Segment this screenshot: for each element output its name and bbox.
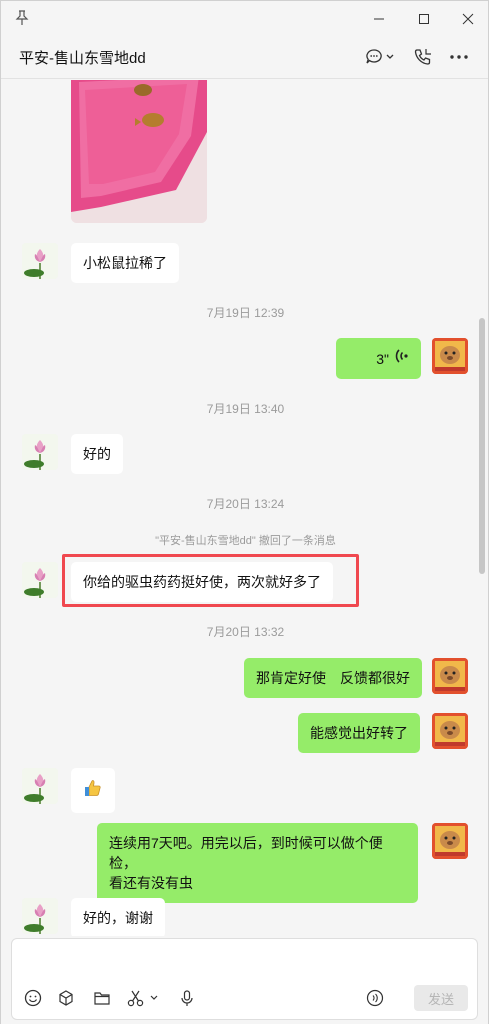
recall-notice: "平安-售山东雪地dd" 撤回了一条消息: [155, 535, 336, 547]
message-bubble[interactable]: 好的: [71, 434, 123, 474]
contact-avatar[interactable]: [22, 898, 58, 934]
chat-header: 平安-售山东雪地dd: [1, 37, 488, 79]
timestamp: 7月19日 13:40: [206, 402, 285, 416]
scissors-icon[interactable]: [126, 987, 162, 1009]
message-bubble[interactable]: 小松鼠拉稀了: [71, 243, 179, 283]
microphone-icon[interactable]: [176, 987, 198, 1009]
minimize-button[interactable]: [365, 7, 393, 31]
contact-avatar[interactable]: [22, 434, 58, 470]
self-avatar[interactable]: [432, 823, 468, 859]
timestamp: 7月19日 12:39: [206, 306, 285, 320]
message-line: 连续用7天吧。用完以后，到时候可以做个便检，: [109, 835, 383, 871]
self-avatar[interactable]: [432, 658, 468, 694]
send-button[interactable]: 发送: [414, 985, 468, 1011]
message-bubble[interactable]: 连续用7天吧。用完以后，到时候可以做个便检， 看还有没有虫: [97, 823, 418, 903]
chat-bubble-icon[interactable]: [365, 45, 395, 69]
message-line: 看还有没有虫: [109, 875, 193, 891]
message-list[interactable]: 小松鼠拉稀了 7月19日 12:39 3" 7月19日 13:40 好的 7月2…: [1, 80, 488, 936]
emoji-icon[interactable]: [22, 987, 44, 1009]
input-area: 发送: [1, 936, 488, 1024]
chat-title: 平安-售山东雪地dd: [19, 50, 146, 67]
contact-avatar[interactable]: [22, 243, 58, 279]
timestamp: 7月20日 13:32: [206, 625, 285, 639]
cube-icon[interactable]: [55, 987, 77, 1009]
self-avatar[interactable]: [432, 338, 468, 374]
voice-message[interactable]: 3": [336, 338, 421, 379]
pin-icon[interactable]: [15, 10, 29, 26]
timestamp: 7月20日 13:24: [206, 497, 285, 511]
self-avatar[interactable]: [432, 713, 468, 749]
call-icon[interactable]: [413, 45, 433, 69]
voice-call-icon[interactable]: [364, 987, 386, 1009]
contact-avatar[interactable]: [22, 768, 58, 804]
message-bubble[interactable]: 好的，谢谢: [71, 898, 165, 936]
voice-duration: 3": [376, 350, 389, 367]
highlight-box: [62, 554, 359, 607]
close-button[interactable]: [454, 7, 482, 31]
emoji-message[interactable]: [71, 768, 115, 813]
folder-icon[interactable]: [91, 987, 113, 1009]
maximize-button[interactable]: [410, 7, 438, 31]
title-bar: [1, 1, 488, 37]
contact-avatar[interactable]: [22, 562, 58, 598]
image-message[interactable]: [71, 80, 207, 223]
thumbs-up-icon: [83, 780, 103, 801]
message-input[interactable]: 发送: [11, 938, 478, 1020]
message-bubble[interactable]: 能感觉出好转了: [298, 713, 420, 753]
message-bubble[interactable]: 那肯定好使 反馈都很好: [244, 658, 422, 698]
more-icon[interactable]: [449, 45, 469, 69]
chat-window: 平安-售山东雪地dd 小松鼠拉稀了 7月19日 12:39 3" 7月19日 1…: [0, 0, 489, 1024]
voice-wave-icon: [395, 348, 409, 369]
scrollbar[interactable]: [479, 318, 485, 574]
